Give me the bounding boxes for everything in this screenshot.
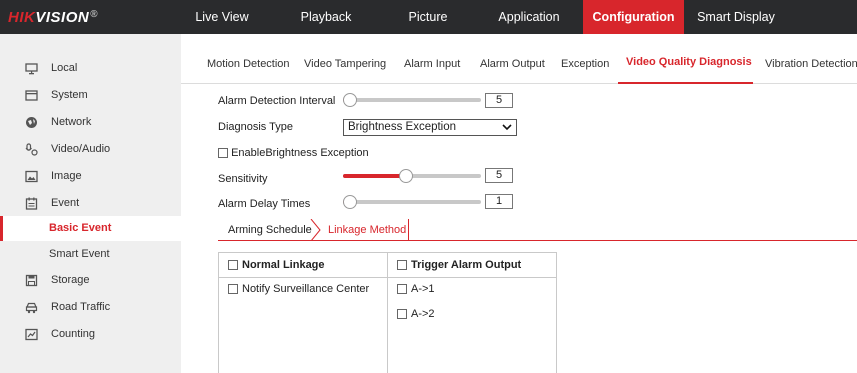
tab-video-tampering[interactable]: Video Tampering [304,58,386,70]
normal-linkage-label: Normal Linkage [242,259,325,271]
slider-track [343,98,481,102]
tab-divider-arrow [310,219,321,241]
notify-surveillance-center[interactable]: Notify Surveillance Center [228,283,369,295]
normal-linkage-header[interactable]: Normal Linkage [228,259,325,271]
output-a2-checkbox[interactable] [397,309,407,319]
chart-icon [25,328,38,341]
sidebar-item-event[interactable]: Event [0,190,181,216]
diagnosis-type-value: Brightness Exception [348,121,457,133]
trigger-alarm-output-checkbox[interactable] [397,260,407,270]
floppy-icon [25,274,38,287]
sidebar-item-basic-event[interactable]: Basic Event [0,216,181,241]
slider-knob[interactable] [343,195,357,209]
output-a1-label: A->1 [411,283,435,295]
globe-icon [25,116,38,129]
tab-motion-detection[interactable]: Motion Detection [207,58,290,70]
slider-fill [343,174,406,178]
tab-linkage-method[interactable]: Linkage Method [328,219,406,241]
alarm-interval-label: Alarm Detection Interval [218,95,336,107]
nav-configuration[interactable]: Configuration [583,0,684,34]
sidebar-item-label: Event [51,197,80,209]
enable-label: EnableBrightness Exception [231,147,369,159]
tab-right-border [408,219,409,241]
slider-knob[interactable] [343,93,357,107]
sensitivity-slider[interactable] [343,169,481,183]
sidebar-item-smart-event[interactable]: Smart Event [0,242,181,267]
sidebar-item-label: Image [51,170,82,182]
nav-smart-display[interactable]: Smart Display [690,0,782,34]
hikvision-logo: HIKVISION® [8,9,99,26]
sidebar-item-counting[interactable]: Counting [0,321,181,347]
enable-brightness-exception[interactable]: EnableBrightness Exception [218,147,369,159]
tab-alarm-input[interactable]: Alarm Input [404,58,460,70]
chevron-down-icon [502,122,512,132]
output-a1[interactable]: A->1 [397,283,435,295]
trigger-alarm-output-header[interactable]: Trigger Alarm Output [397,259,521,271]
sidebar-item-label: Storage [51,274,90,286]
monitor-icon [25,62,38,75]
sensitivity-label: Sensitivity [218,173,268,185]
tab-vibration-detection[interactable]: Vibration Detection [765,58,857,70]
notify-checkbox[interactable] [228,284,238,294]
header-divider [219,277,556,278]
diagnosis-type-select[interactable]: Brightness Exception [343,119,517,136]
sidebar-item-video-audio[interactable]: Video/Audio [0,136,181,162]
sensitivity-value[interactable]: 5 [485,168,513,183]
sidebar-item-system[interactable]: System [0,82,181,108]
sidebar-item-image[interactable]: Image [0,163,181,189]
nav-application[interactable]: Application [484,0,574,34]
linkage-table: Normal Linkage Trigger Alarm Output Noti… [218,252,557,373]
nav-playback[interactable]: Playback [286,0,366,34]
sidebar-item-label: Basic Event [49,222,112,234]
notify-label: Notify Surveillance Center [242,283,370,295]
nav-picture[interactable]: Picture [396,0,460,34]
sidebar-item-label: Network [51,116,92,128]
column-divider [387,253,388,373]
system-icon [25,89,38,102]
output-a1-checkbox[interactable] [397,284,407,294]
output-a2-label: A->2 [411,308,435,320]
mic-camera-icon [25,142,38,156]
output-a2[interactable]: A->2 [397,308,435,320]
sidebar-item-label: System [51,89,88,101]
image-icon [25,170,38,183]
sidebar-item-label: Smart Event [49,248,110,260]
tab-video-quality-diagnosis[interactable]: Video Quality Diagnosis [626,56,752,68]
sidebar-item-label: Road Traffic [51,301,111,313]
alarm-delay-slider[interactable] [343,195,481,209]
alarm-delay-value[interactable]: 1 [485,194,513,209]
active-tab-underline [618,82,753,84]
sidebar-item-network[interactable]: Network [0,109,181,135]
alarm-interval-value[interactable]: 5 [485,93,513,108]
enable-checkbox[interactable] [218,148,228,159]
calendar-icon [25,197,38,210]
diagnosis-type-label: Diagnosis Type [218,121,294,133]
sidebar-item-local[interactable]: Local [0,55,181,81]
sidebar-item-label: Local [51,62,78,74]
slider-knob[interactable] [399,169,413,183]
trigger-alarm-output-label: Trigger Alarm Output [411,259,522,271]
sidebar-item-road-traffic[interactable]: Road Traffic [0,294,181,320]
sidebar-item-label: Counting [51,328,96,340]
sidebar-item-storage[interactable]: Storage [0,267,181,293]
slider-track [343,200,481,204]
normal-linkage-checkbox[interactable] [228,260,238,270]
sidebar-item-label: Video/Audio [51,143,111,155]
top-navigation-bar: HIKVISION® Live View Playback Picture Ap… [0,0,857,34]
tab-alarm-output[interactable]: Alarm Output [480,58,545,70]
schedule-tab-row: Arming Schedule Linkage Method [218,219,857,241]
car-icon [25,301,38,314]
tab-exception[interactable]: Exception [561,58,609,70]
alarm-delay-label: Alarm Delay Times [218,198,311,210]
alarm-interval-slider[interactable] [343,93,481,107]
nav-live-view[interactable]: Live View [186,0,258,34]
tab-arming-schedule[interactable]: Arming Schedule [228,219,312,241]
